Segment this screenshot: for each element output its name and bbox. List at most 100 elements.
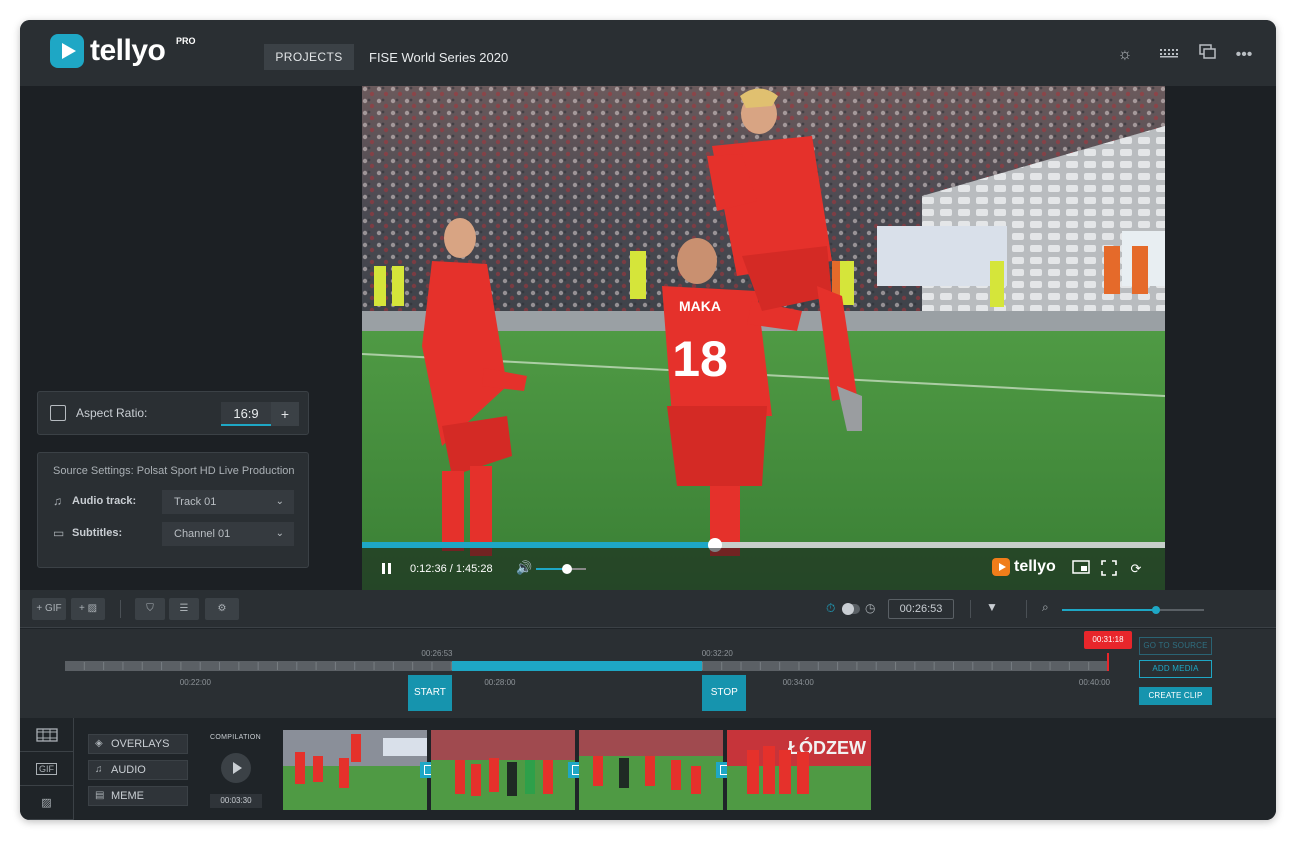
music-note-icon: ♫: [53, 494, 62, 508]
gear-icon: ⚙: [217, 603, 227, 614]
add-image-button[interactable]: + ▨: [71, 598, 105, 620]
video-time: 0:12:36 / 1:45:28: [410, 563, 493, 575]
clip-thumbnail[interactable]: [283, 730, 427, 810]
meme-label: MEME: [111, 790, 144, 802]
logo-text: tellyo: [90, 34, 166, 67]
editor-toolbar: + GIF + ▨ ⛉ ☰ ⚙ ⏱ ◷ 00:26:53 ▼ ⌕: [20, 590, 1276, 628]
compilation-label: COMPILATION: [210, 734, 262, 741]
tab-image[interactable]: ▨: [20, 786, 74, 820]
aspect-ratio-add-button[interactable]: +: [271, 402, 299, 426]
fullscreen-icon[interactable]: [1100, 560, 1118, 578]
subtitles-select[interactable]: Channel 01 ⌄: [162, 522, 294, 546]
toolbar-divider: [120, 600, 121, 618]
logo-pro-badge: PRO: [176, 36, 196, 46]
app-window: tellyo PRO PROJECTS FISE World Series 20…: [20, 20, 1276, 820]
audio-track-select[interactable]: Track 01 ⌄: [162, 490, 294, 514]
filmstrip-icon: [35, 728, 58, 742]
start-handle[interactable]: START: [407, 675, 452, 711]
list-button[interactable]: ☰: [169, 598, 199, 620]
subtitles-icon: ▭: [53, 526, 65, 540]
audio-track-value: Track 01: [174, 496, 217, 508]
current-time-field[interactable]: 00:26:53: [888, 599, 954, 619]
clock-icon: ◷: [865, 601, 876, 615]
create-clip-button[interactable]: CREATE CLIP: [1139, 687, 1212, 705]
bookmark-icon: ⛉: [146, 603, 154, 614]
layers-icon: ◈: [95, 738, 103, 749]
toolbar-divider: [970, 600, 971, 618]
tab-gif[interactable]: GIF: [20, 752, 74, 786]
image-icon: ▨: [87, 603, 98, 614]
subtitles-value: Channel 01: [174, 528, 231, 540]
zoom-handle[interactable]: [1151, 606, 1160, 614]
time-mode-toggle[interactable]: [842, 603, 860, 615]
search-icon: ⌕: [1042, 600, 1049, 614]
watermark-text: tellyo: [1014, 558, 1056, 575]
compilation-duration: 00:03:30: [210, 794, 262, 808]
add-gif-button[interactable]: + GIF: [32, 598, 66, 620]
brightness-icon[interactable]: ☼: [1114, 44, 1136, 66]
stopwatch-icon: ⏱: [826, 601, 836, 615]
timeline-tick-label: 00:40:00: [1078, 678, 1111, 687]
clip-thumbnail[interactable]: ŁÓDZEW: [727, 730, 871, 810]
right-empty-area: [1165, 86, 1276, 590]
audio-track-label: Audio track:: [72, 495, 137, 507]
selection-end-time: 00:32:20: [701, 649, 733, 658]
subtitles-label: Subtitles:: [72, 527, 123, 539]
overlays-label: OVERLAYS: [111, 738, 170, 750]
more-icon[interactable]: •••: [1233, 44, 1255, 66]
logo-mark-icon: [50, 34, 84, 68]
aspect-ratio-icon: [50, 405, 66, 421]
projects-button[interactable]: PROJECTS: [264, 44, 354, 70]
timeline-tick-label: 00:28:00: [484, 678, 516, 687]
meme-button[interactable]: ▤ MEME: [88, 786, 188, 806]
volume-icon[interactable]: 🔊: [516, 560, 532, 576]
overlays-button[interactable]: ◈ OVERLAYS: [88, 734, 188, 754]
stop-handle[interactable]: STOP: [702, 675, 747, 711]
aspect-ratio-label: Aspect Ratio:: [76, 406, 148, 420]
selection-start-time: 00:26:53: [421, 649, 453, 658]
picture-in-picture-icon[interactable]: [1072, 560, 1090, 578]
music-note-icon: ♫: [95, 764, 103, 775]
tellyo-logo: tellyo PRO: [50, 34, 196, 68]
playhead-line[interactable]: [1107, 653, 1109, 671]
source-settings-title: Source Settings: Polsat Sport HD Live Pr…: [53, 465, 295, 477]
go-to-source-button[interactable]: GO TO SOURCE: [1139, 637, 1212, 655]
project-title: FISE World Series 2020: [369, 50, 509, 65]
compilation-play-button[interactable]: [221, 753, 251, 783]
keyboard-icon[interactable]: [1158, 44, 1180, 66]
add-media-button[interactable]: ADD MEDIA: [1139, 660, 1212, 678]
settings-button[interactable]: ⚙: [205, 598, 239, 620]
source-settings-panel: Source Settings: Polsat Sport HD Live Pr…: [37, 452, 309, 568]
zoom-fill: [1062, 609, 1156, 611]
volume-handle[interactable]: [562, 564, 572, 574]
video-player[interactable]: MAKA 18 0:12:36 / 1:45:28 🔊 tellyo ⟳: [362, 86, 1165, 590]
zoom-slider[interactable]: [1062, 606, 1204, 614]
clip-thumbnail[interactable]: [579, 730, 723, 810]
timeline-selection[interactable]: [451, 661, 703, 671]
tab-filmstrip[interactable]: [20, 718, 74, 752]
clip-thumbnail[interactable]: [431, 730, 575, 810]
jersey-number: 18: [672, 331, 728, 387]
watermark-mark-icon: [992, 558, 1010, 576]
playhead-time[interactable]: 00:31:18: [1084, 631, 1132, 649]
video-frame: MAKA 18: [362, 86, 1165, 590]
toolbar-divider: [1026, 600, 1027, 618]
pause-icon[interactable]: [380, 562, 394, 576]
add-image-plus: +: [78, 603, 85, 614]
bookmark-button[interactable]: ⛉: [135, 598, 165, 620]
chevron-down-icon: ⌄: [275, 528, 284, 539]
list-icon: ☰: [179, 603, 189, 614]
image-icon: ▨: [41, 797, 52, 809]
jersey-name: MAKA: [679, 298, 721, 314]
volume-slider[interactable]: [536, 564, 586, 574]
video-controls: 0:12:36 / 1:45:28 🔊 tellyo ⟳: [362, 548, 1165, 590]
aspect-ratio-value[interactable]: 16:9: [221, 402, 271, 426]
marker-icon[interactable]: ▼: [986, 600, 998, 614]
gif-tab-label: GIF: [36, 763, 57, 775]
settings-area: Aspect Ratio: 16:9 + Source Settings: Po…: [20, 86, 362, 590]
windows-icon[interactable]: [1197, 44, 1219, 66]
meme-icon: ▤: [95, 790, 105, 801]
refresh-icon[interactable]: ⟳: [1127, 560, 1145, 578]
media-bin: GIF ▨ ◈ OVERLAYS ♫ AUDIO ▤ MEME COMPILAT…: [20, 718, 1276, 820]
audio-button[interactable]: ♫ AUDIO: [88, 760, 188, 780]
